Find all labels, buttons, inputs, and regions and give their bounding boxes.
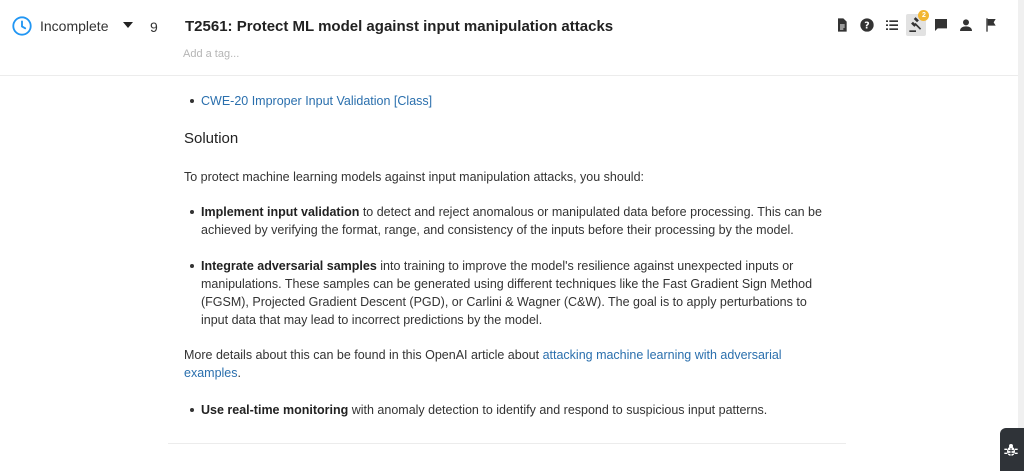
chevron-down-icon[interactable] — [123, 22, 133, 28]
bullet-title: Use real-time monitoring — [201, 403, 349, 417]
bullet-text: with anomaly detection to identify and r… — [348, 403, 768, 417]
task-header: Incomplete 9 T2561: Protect ML model aga… — [0, 0, 1024, 76]
cwe-link[interactable]: CWE-20 Improper Input Validation [Class] — [201, 94, 432, 108]
status-selector[interactable]: Incomplete — [11, 15, 108, 37]
solution-heading: Solution — [184, 130, 239, 147]
toolbar: ? 2 — [832, 10, 1006, 36]
tag-input[interactable] — [183, 45, 383, 63]
bug-icon — [1004, 444, 1018, 456]
task-description: CWE-20 Improper Input Validation [Class]… — [184, 92, 824, 419]
list-icon[interactable] — [882, 14, 902, 36]
page-title: T2561: Protect ML model against input ma… — [185, 18, 614, 35]
bullet-title: Implement input validation — [201, 205, 360, 219]
person-icon[interactable] — [956, 14, 976, 36]
bug-report-button[interactable] — [1000, 428, 1024, 471]
cwe-list: CWE-20 Improper Input Validation [Class] — [184, 92, 824, 110]
more-details: More details about this can be found in … — [184, 346, 824, 382]
more-prefix: More details about this can be found in … — [184, 348, 543, 362]
list-item: Use real-time monitoring with anomaly de… — [184, 401, 824, 419]
clock-icon — [11, 15, 33, 37]
monitoring-list: Use real-time monitoring with anomaly de… — [184, 401, 824, 419]
flag-icon[interactable] — [981, 14, 1001, 36]
task-count: 9 — [150, 19, 158, 35]
list-item: Implement input validation to detect and… — [184, 203, 824, 239]
divider — [168, 443, 846, 444]
scrollbar[interactable] — [1018, 0, 1024, 471]
document-icon[interactable] — [832, 14, 852, 36]
solution-list: Implement input validation to detect and… — [184, 203, 824, 329]
help-icon[interactable]: ? — [857, 14, 877, 36]
comment-icon[interactable] — [931, 14, 951, 36]
list-item: Integrate adversarial samples into train… — [184, 257, 824, 329]
status-label: Incomplete — [40, 18, 109, 34]
svg-text:?: ? — [864, 20, 869, 31]
solution-intro: To protect machine learning models again… — [184, 170, 644, 184]
gavel-button[interactable]: 2 — [906, 10, 930, 36]
notification-badge: 2 — [918, 10, 930, 21]
list-item: CWE-20 Improper Input Validation [Class] — [184, 92, 824, 110]
bullet-title: Integrate adversarial samples — [201, 259, 377, 273]
more-suffix: . — [237, 366, 241, 380]
